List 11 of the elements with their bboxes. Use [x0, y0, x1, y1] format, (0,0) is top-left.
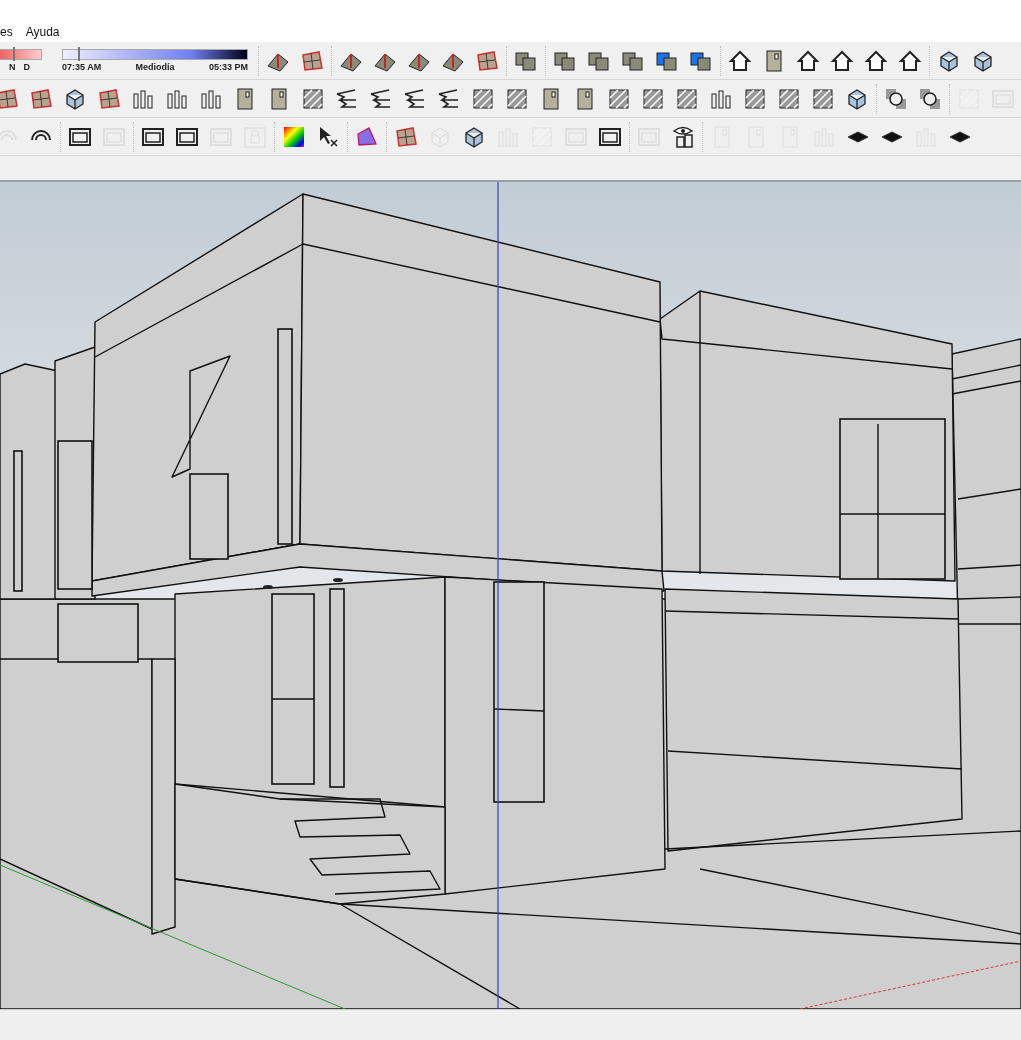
menu-item[interactable]: es — [0, 25, 13, 39]
month-label: N — [9, 62, 16, 72]
slider-thumb[interactable] — [77, 47, 80, 61]
menu-item[interactable]: Ayuda — [25, 25, 60, 39]
time-label: Mediodía — [135, 62, 175, 72]
time-label: 05:33 PM — [208, 62, 248, 72]
slider-thumb[interactable] — [13, 47, 16, 61]
time-slider[interactable] — [62, 49, 248, 60]
time-label: 07:35 AM — [62, 62, 102, 72]
month-label: D — [23, 62, 30, 72]
month-slider[interactable] — [0, 49, 42, 60]
